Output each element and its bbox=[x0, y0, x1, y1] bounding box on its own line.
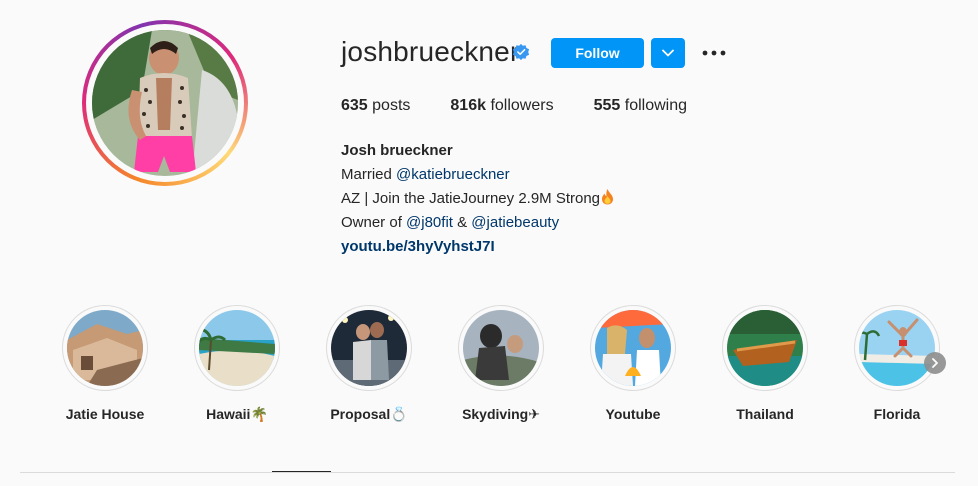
more-options-icon bbox=[702, 50, 726, 56]
airplane-emoji: ✈ bbox=[528, 406, 540, 422]
highlight-label: Skydiving✈ bbox=[446, 406, 556, 423]
suggested-accounts-dropdown-button[interactable] bbox=[651, 38, 685, 68]
highlight-cover bbox=[331, 310, 407, 386]
followers-label: followers bbox=[490, 97, 554, 114]
highlight-ring bbox=[194, 305, 280, 391]
avatar-inner bbox=[86, 24, 244, 182]
chevron-down-icon bbox=[662, 49, 674, 57]
following-count-value: 555 bbox=[593, 97, 621, 114]
following-label: following bbox=[624, 97, 688, 114]
highlight-label-text: Youtube bbox=[605, 406, 661, 422]
following-link[interactable]: 555 following bbox=[594, 97, 687, 115]
ring-emoji: 💍 bbox=[390, 406, 408, 422]
bio-external-link[interactable]: youtu.be/3hyVyhstJ7I bbox=[341, 235, 615, 259]
mention-jatiebeauty[interactable]: @jatiebeauty bbox=[471, 214, 559, 231]
highlight-label-text: Skydiving bbox=[462, 406, 529, 422]
highlight-label: Hawaii🌴 bbox=[182, 406, 292, 423]
highlight-cover bbox=[67, 310, 143, 386]
fire-emoji-icon bbox=[602, 189, 614, 205]
highlight-cover bbox=[727, 310, 803, 386]
highlight-label: Proposal💍 bbox=[314, 406, 424, 423]
highlight-label-text: Jatie House bbox=[65, 406, 145, 422]
highlight-thailand[interactable]: Thailand bbox=[710, 305, 820, 422]
bio-line2-text: AZ | Join the JatieJourney 2.9M Strong bbox=[341, 190, 601, 207]
tabs-divider bbox=[20, 472, 955, 473]
highlight-cover bbox=[199, 310, 275, 386]
highlight-ring bbox=[722, 305, 808, 391]
bio-line3-prefix: Owner of bbox=[341, 214, 407, 231]
highlight-label: Youtube bbox=[578, 406, 688, 422]
highlight-proposal[interactable]: Proposal💍 bbox=[314, 305, 424, 423]
posts-count-value: 635 bbox=[341, 97, 368, 114]
highlight-label: Florida bbox=[842, 406, 952, 422]
posts-count: 635 posts bbox=[341, 97, 410, 115]
highlight-ring bbox=[854, 305, 940, 391]
highlights-next-button[interactable] bbox=[924, 352, 946, 374]
highlight-ring bbox=[590, 305, 676, 391]
followers-count-value: 816k bbox=[450, 97, 486, 114]
highlight-hawaii[interactable]: Hawaii🌴 bbox=[182, 305, 292, 423]
profile-full-name: Josh brueckner bbox=[341, 142, 453, 159]
palm-tree-emoji: 🌴 bbox=[250, 406, 268, 422]
bio-line1-prefix: Married bbox=[341, 166, 397, 183]
highlight-skydiving[interactable]: Skydiving✈ bbox=[446, 305, 556, 423]
highlight-label-text: Thailand bbox=[736, 406, 794, 422]
profile-stats: 635 posts 816k followers 555 following bbox=[341, 97, 727, 115]
highlight-youtube[interactable]: Youtube bbox=[578, 305, 688, 422]
bio-line-az: AZ | Join the JatieJourney 2.9M Strong bbox=[341, 187, 615, 211]
profile-username: joshbrueckner bbox=[341, 36, 520, 67]
highlight-label-text: Proposal bbox=[330, 406, 391, 422]
verified-badge-icon bbox=[512, 43, 530, 61]
highlight-label: Thailand bbox=[710, 406, 820, 422]
posts-count-label: posts bbox=[372, 97, 411, 114]
followers-link[interactable]: 816k followers bbox=[450, 97, 553, 115]
bio-line-owner: Owner of @j80fit & @jatiebeauty bbox=[341, 211, 615, 235]
highlight-label-text: Hawaii bbox=[206, 406, 251, 422]
profile-avatar[interactable] bbox=[92, 30, 238, 176]
active-tab-indicator bbox=[272, 471, 331, 472]
more-options-button[interactable] bbox=[699, 42, 729, 64]
chevron-right-icon bbox=[932, 358, 938, 368]
highlight-label: Jatie House bbox=[50, 406, 160, 422]
profile-bio: Josh brueckner Married @katiebrueckner A… bbox=[341, 139, 615, 259]
highlight-jatie-house[interactable]: Jatie House bbox=[50, 305, 160, 422]
mention-j80fit[interactable]: @j80fit bbox=[406, 214, 453, 231]
highlight-cover bbox=[859, 310, 935, 386]
bio-line-married: Married @katiebrueckner bbox=[341, 163, 615, 187]
mention-katiebrueckner[interactable]: @katiebrueckner bbox=[396, 166, 510, 183]
highlight-cover bbox=[595, 310, 671, 386]
bio-line3-separator: & bbox=[452, 214, 472, 231]
profile-avatar-ring[interactable] bbox=[82, 20, 248, 186]
highlight-ring bbox=[326, 305, 412, 391]
highlight-ring bbox=[62, 305, 148, 391]
highlight-cover bbox=[463, 310, 539, 386]
highlight-label-text: Florida bbox=[873, 406, 921, 422]
follow-button[interactable]: Follow bbox=[551, 38, 644, 68]
avatar-photo-illustration bbox=[92, 30, 238, 176]
highlight-ring bbox=[458, 305, 544, 391]
